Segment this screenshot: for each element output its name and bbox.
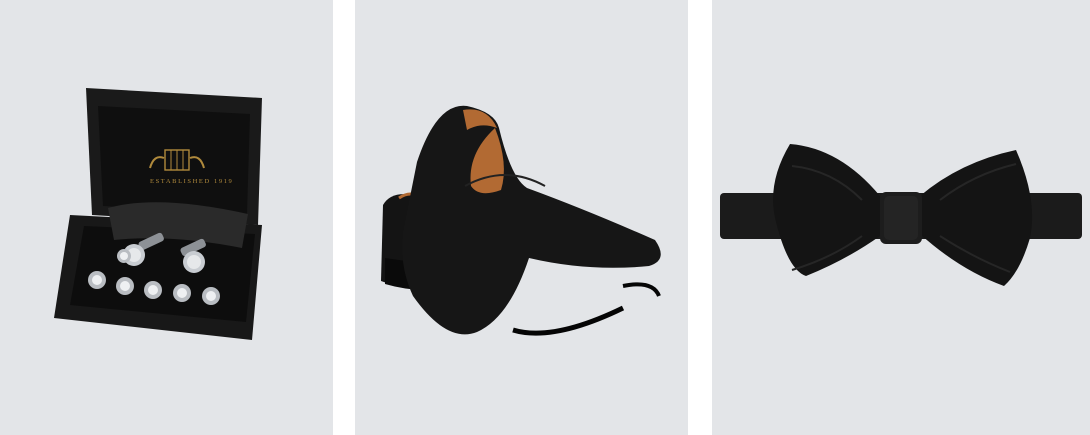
product-tile-velvet-slipper[interactable]	[355, 0, 688, 435]
product-tile-cufflink-set[interactable]: ESTABLISHED 1919	[0, 0, 333, 435]
product-tile-bow-tie[interactable]	[712, 0, 1090, 435]
crest-text: ESTABLISHED 1919	[150, 178, 233, 185]
cufflink-gift-box-image: ESTABLISHED 1919	[54, 88, 262, 340]
bow-tie-image	[720, 144, 1082, 286]
velvet-slipper-image	[381, 105, 661, 336]
